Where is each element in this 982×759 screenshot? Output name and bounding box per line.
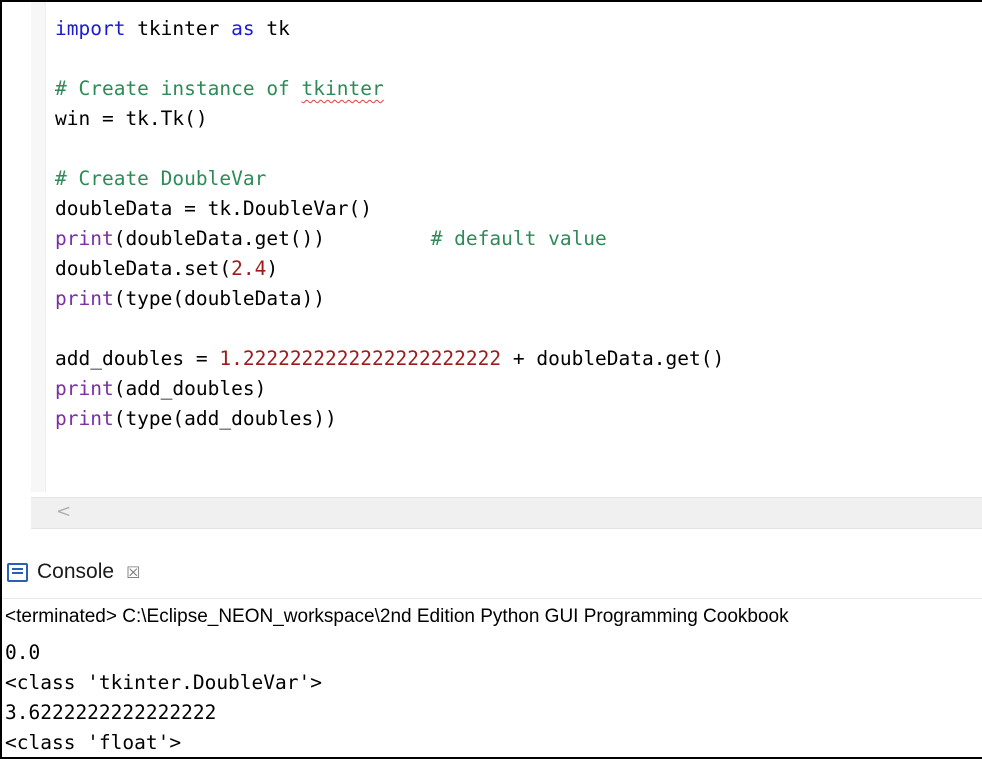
code-token: # Create DoubleVar	[55, 167, 267, 190]
console-icon	[7, 562, 28, 582]
console-tab-label: Console	[37, 560, 115, 583]
close-icon[interactable]: ☒	[126, 563, 140, 582]
code-line: print(type(add_doubles))	[55, 404, 724, 434]
ide-window: import tkinter as tk # Create instance o…	[0, 0, 982, 759]
code-token: tk	[254, 17, 290, 40]
code-token: print	[55, 377, 114, 400]
code-token: # Create instance of	[55, 77, 302, 100]
tab-console[interactable]: Console ☒	[2, 547, 192, 597]
code-token: 1.2222222222222222222222	[219, 347, 502, 370]
code-token: (type(add_doubles))	[113, 407, 337, 430]
console-status-line: <terminated> C:\Eclipse_NEON_workspace\2…	[2, 598, 982, 635]
code-editor[interactable]: import tkinter as tk # Create instance o…	[2, 2, 982, 532]
code-token: 2.4	[231, 257, 267, 280]
editor-ruler	[31, 2, 46, 492]
code-token: (add_doubles)	[113, 377, 267, 400]
code-line: import tkinter as tk	[55, 14, 724, 44]
code-token: tkinter	[301, 77, 384, 100]
code-token: import	[55, 17, 126, 40]
console-output: 0.0 <class 'tkinter.DoubleVar'> 3.62222222…	[5, 638, 322, 757]
code-token: add_doubles =	[55, 347, 220, 370]
code-line: doubleData.set(2.4)	[55, 254, 724, 284]
console-view-header: Console ☒	[2, 542, 982, 598]
code-line: print(add_doubles)	[55, 374, 724, 404]
code-token: as	[231, 17, 255, 40]
code-token: print	[55, 287, 114, 310]
code-line: add_doubles = 1.2222222222222222222222 +…	[55, 344, 724, 374]
code-token: (doubleData.get())	[113, 227, 431, 250]
code-content[interactable]: import tkinter as tk # Create instance o…	[55, 14, 724, 434]
code-token: print	[55, 407, 114, 430]
code-line: win = tk.Tk()	[55, 104, 724, 134]
code-line: doubleData = tk.DoubleVar()	[55, 194, 724, 224]
editor-gutter	[2, 2, 30, 492]
code-token: doubleData.set(	[55, 257, 232, 280]
code-line: # Create instance of tkinter	[55, 74, 724, 104]
horizontal-scrollbar[interactable]: <	[31, 497, 982, 529]
code-line: # Create DoubleVar	[55, 164, 724, 194]
code-token: tkinter	[125, 17, 232, 40]
code-token: + doubleData.get()	[501, 347, 725, 370]
console-output-line: 0.0	[5, 641, 41, 664]
code-line: print(type(doubleData))	[55, 284, 724, 314]
code-line: print(doubleData.get()) # default value	[55, 224, 724, 254]
code-token: # default value	[430, 227, 607, 250]
console-output-line: <class 'float'>	[5, 731, 182, 754]
code-token: doubleData = tk.DoubleVar()	[55, 197, 372, 220]
console-output-line: 3.6222222222222222	[5, 701, 217, 724]
code-token: )	[266, 257, 279, 280]
chevron-left-icon[interactable]: <	[56, 501, 71, 522]
code-token: win = tk.Tk()	[55, 107, 208, 130]
code-token: (type(doubleData))	[113, 287, 326, 310]
code-token: print	[55, 227, 114, 250]
console-output-line: <class 'tkinter.DoubleVar'>	[5, 671, 322, 694]
